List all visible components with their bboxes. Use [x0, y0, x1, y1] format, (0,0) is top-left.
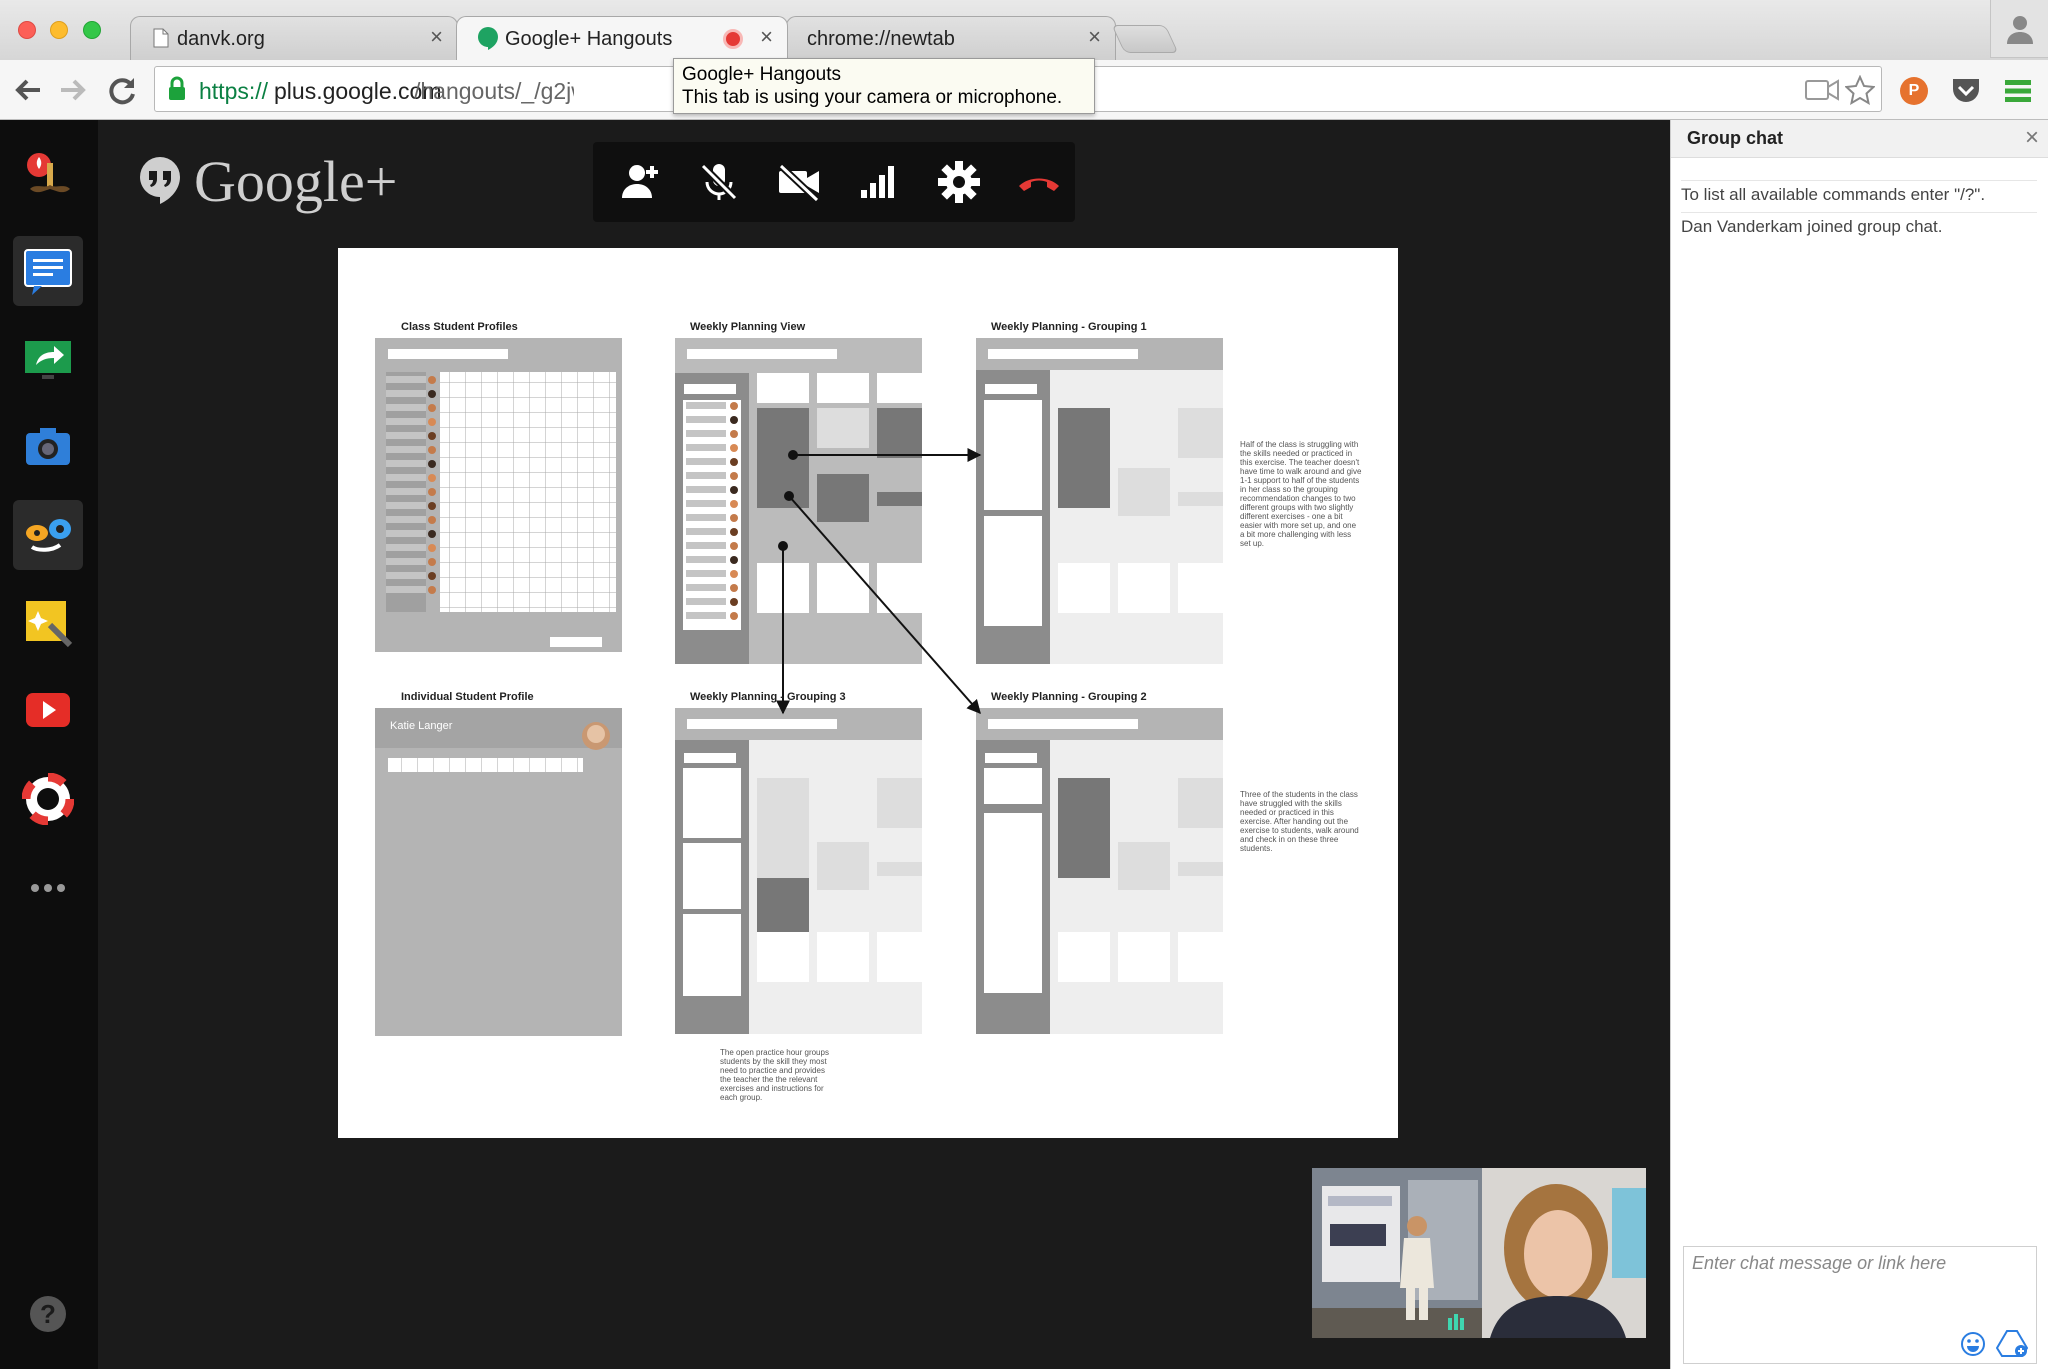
chat-header: Group chat ×	[1671, 120, 2048, 158]
tab-title: danvk.org	[177, 28, 265, 50]
chat-message: Dan Vanderkam joined group chat.	[1681, 212, 2037, 243]
recording-indicator-icon	[723, 29, 743, 49]
tab-title: chrome://newtab	[807, 28, 955, 50]
url-scheme: https://	[199, 78, 269, 104]
person-icon	[2007, 16, 2033, 44]
tab-tooltip: Google+ Hangouts This tab is using your …	[673, 58, 1095, 114]
panel-title: Weekly Planning - Grouping 1	[991, 321, 1147, 333]
brand-wordmark: Google+	[194, 149, 398, 214]
panel-title: Class Student Profiles	[401, 321, 518, 333]
hangouts-logo-icon	[140, 157, 180, 204]
end-call-icon[interactable]	[1015, 158, 1063, 206]
profile-button[interactable]	[1990, 0, 2048, 58]
tab-hangouts[interactable]: Google+ Hangouts ×	[456, 16, 788, 60]
chat-app-button[interactable]	[13, 236, 83, 306]
hangout-help-app-icon	[22, 773, 74, 825]
lock-icon	[169, 76, 185, 100]
screenshare-app-icon	[25, 341, 71, 379]
forward-arrow-icon[interactable]	[55, 72, 91, 108]
annotation-text: The open practice hour groups students b…	[720, 1048, 829, 1102]
youtube-app-button[interactable]	[13, 676, 83, 746]
bookmark-star-icon[interactable]	[1845, 75, 1875, 105]
shared-screen: Class Student Profiles Weekly Planning V…	[338, 248, 1398, 1138]
call-controls	[593, 142, 1075, 222]
google-effects-app-icon	[26, 519, 71, 552]
tab-close-button[interactable]: ×	[760, 26, 773, 48]
toolbox-app-button[interactable]	[13, 588, 83, 658]
chat-message: To list all available commands enter "/?…	[1681, 180, 2037, 211]
hangout-apps-rail: ?	[0, 120, 98, 1369]
panel-title: Weekly Planning - Grouping 2	[991, 691, 1147, 703]
participant-video-feed	[1312, 1168, 1646, 1338]
window-close-button[interactable]	[18, 21, 36, 39]
drive-attach-icon[interactable]	[1996, 1329, 2028, 1359]
chrome-menu-icon[interactable]	[2004, 78, 2032, 104]
mute-microphone-icon[interactable]	[695, 158, 743, 206]
window-zoom-button[interactable]	[83, 21, 101, 39]
tooltip-title: Google+ Hangouts	[682, 64, 841, 85]
invite-people-icon[interactable]	[615, 158, 663, 206]
panel-title: Weekly Planning - Grouping 3	[690, 691, 846, 703]
google-effects-app-button[interactable]	[13, 500, 83, 570]
chat-input-placeholder: Enter chat message or link here	[1692, 1253, 1947, 1273]
screenshare-app-button[interactable]	[13, 324, 83, 394]
annotation-text: Half of the class is struggling with the…	[1240, 440, 1362, 548]
pocket-icon[interactable]	[1950, 76, 1982, 106]
chat-title: Group chat	[1687, 128, 1784, 148]
tab-danvk[interactable]: danvk.org ×	[130, 16, 458, 60]
emoji-icon[interactable]	[1960, 1331, 1986, 1357]
panel-title: Individual Student Profile	[401, 691, 534, 703]
capture-app-icon	[26, 428, 70, 465]
toolbox-app-icon	[26, 601, 73, 648]
tab-newtab[interactable]: chrome://newtab ×	[786, 16, 1116, 60]
tab-close-button[interactable]: ×	[430, 26, 443, 48]
camera-in-use-icon[interactable]	[1805, 79, 1839, 101]
student-name: Katie Langer	[390, 720, 453, 732]
panel-title: Weekly Planning View	[690, 321, 806, 333]
browser-tab-strip: danvk.org × Google+ Hangouts × chrome://…	[0, 0, 2048, 60]
effects-app-icon	[27, 153, 70, 193]
capture-app-button[interactable]	[13, 412, 83, 482]
extension-icon[interactable]: P	[1900, 77, 1928, 105]
turn-off-camera-icon[interactable]	[775, 158, 823, 206]
help-button[interactable]: ?	[30, 1296, 66, 1332]
youtube-app-icon	[26, 693, 70, 727]
tab-title: Google+ Hangouts	[505, 28, 673, 50]
chat-message-input[interactable]: Enter chat message or link here	[1683, 1246, 2037, 1364]
more-apps-icon	[31, 884, 65, 892]
reload-icon[interactable]	[104, 72, 140, 108]
annotation-text: Three of the students in the class have …	[1240, 790, 1359, 853]
page-icon	[153, 28, 169, 48]
bandwidth-icon[interactable]	[855, 158, 903, 206]
group-chat-panel: Group chat × To list all available comma…	[1670, 120, 2048, 1369]
close-chat-button[interactable]: ×	[2025, 126, 2039, 150]
participant-video[interactable]	[1312, 1168, 1646, 1338]
chat-app-icon	[24, 249, 72, 295]
hangouts-icon	[478, 27, 498, 50]
back-arrow-icon[interactable]	[10, 72, 46, 108]
more-apps-button[interactable]	[13, 852, 83, 922]
tab-close-button[interactable]: ×	[1088, 26, 1101, 48]
new-tab-button[interactable]	[1111, 25, 1179, 53]
hangout-stage: Google+ Class Student Profiles Weekly Pl…	[98, 120, 1670, 1369]
tooltip-body: This tab is using your camera or microph…	[682, 87, 1063, 108]
effects-app-button[interactable]	[13, 142, 83, 212]
hangout-help-app-button[interactable]	[13, 764, 83, 834]
url-path: /hangouts/_/g2jww7	[414, 78, 574, 104]
window-minimize-button[interactable]	[50, 21, 68, 39]
settings-icon[interactable]	[935, 158, 983, 206]
